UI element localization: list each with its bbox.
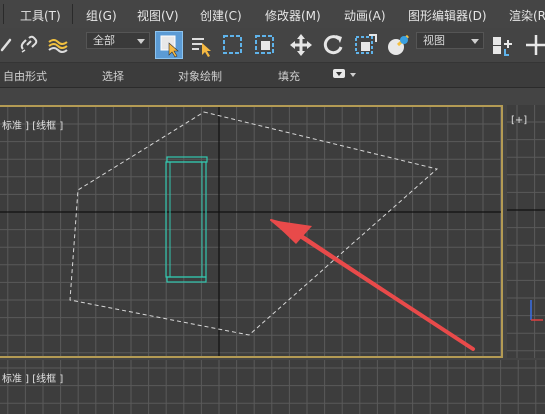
menu-create[interactable]: 创建(C) <box>200 7 242 24</box>
main-toolbar: 全部 视图 <box>0 28 545 63</box>
viewport-grid <box>0 107 501 356</box>
menu-view[interactable]: 视图(V) <box>137 7 179 24</box>
select-object-icon[interactable] <box>155 31 183 59</box>
rotate-icon[interactable] <box>320 31 348 59</box>
ribbon-bar: 自由形式 选择 对象绘制 填充 <box>0 63 545 88</box>
menu-animation[interactable]: 动画(A) <box>344 7 386 24</box>
selection-filter-value: 全部 <box>93 34 115 47</box>
perspective-viewport[interactable]: 标准 ] [线框 ] <box>0 360 545 414</box>
menu-tools[interactable]: 工具(T) <box>20 7 61 24</box>
ribbon-options-icon[interactable] <box>333 69 345 78</box>
viewport-label[interactable]: 标准 ] [线框 ] <box>2 117 63 132</box>
menu-group[interactable]: 组(G) <box>86 7 117 24</box>
dashed-shape-outline <box>69 111 439 336</box>
chevron-down-icon[interactable] <box>350 73 356 77</box>
rect-selection-icon[interactable] <box>219 31 247 59</box>
reference-coord-value: 视图 <box>423 34 445 47</box>
move-icon[interactable] <box>287 31 315 59</box>
menu-separator <box>72 4 73 24</box>
ribbon-tab-object-paint[interactable]: 对象绘制 <box>178 68 222 84</box>
pivot-icon[interactable] <box>488 31 516 59</box>
menu-modifiers[interactable]: 修改器(M) <box>265 7 321 24</box>
menu-bar: 工具(T) 组(G) 视图(V) 创建(C) 修改器(M) 动画(A) 图形编辑… <box>0 0 545 29</box>
menu-rendering[interactable]: 渲染(R <box>509 7 545 24</box>
ribbon-spacer <box>0 88 545 105</box>
front-viewport[interactable]: 标准 ] [线框 ] <box>0 105 503 358</box>
window-crossing-icon[interactable] <box>251 31 279 59</box>
wireframe-object[interactable] <box>165 156 208 283</box>
menu-separator <box>3 4 4 24</box>
axis-gizmo-icon <box>530 300 543 321</box>
ref-coord-icon[interactable] <box>384 31 412 59</box>
ribbon-tab-selection[interactable]: 选择 <box>102 68 124 84</box>
viewport-grid <box>0 360 545 414</box>
ribbon-tab-populate[interactable]: 填充 <box>278 68 300 84</box>
space-warp-icon[interactable] <box>44 31 72 59</box>
menu-graph-editors[interactable]: 图形编辑器(D) <box>408 7 487 24</box>
side-viewport[interactable]: [+] <box>507 105 545 358</box>
scale-icon[interactable] <box>352 31 380 59</box>
viewport-label[interactable]: [+] <box>511 115 527 126</box>
ribbon-tab-freeform[interactable]: 自由形式 <box>3 68 47 84</box>
mirror-icon[interactable] <box>522 31 545 59</box>
unlink-icon[interactable] <box>16 31 44 59</box>
chevron-down-icon <box>137 39 145 44</box>
selection-filter-dropdown[interactable]: 全部 <box>86 32 150 49</box>
chevron-down-icon <box>471 39 479 44</box>
viewport-label[interactable]: 标准 ] [线框 ] <box>2 370 63 385</box>
reference-coord-dropdown[interactable]: 视图 <box>416 32 484 49</box>
select-by-name-icon[interactable] <box>187 31 215 59</box>
